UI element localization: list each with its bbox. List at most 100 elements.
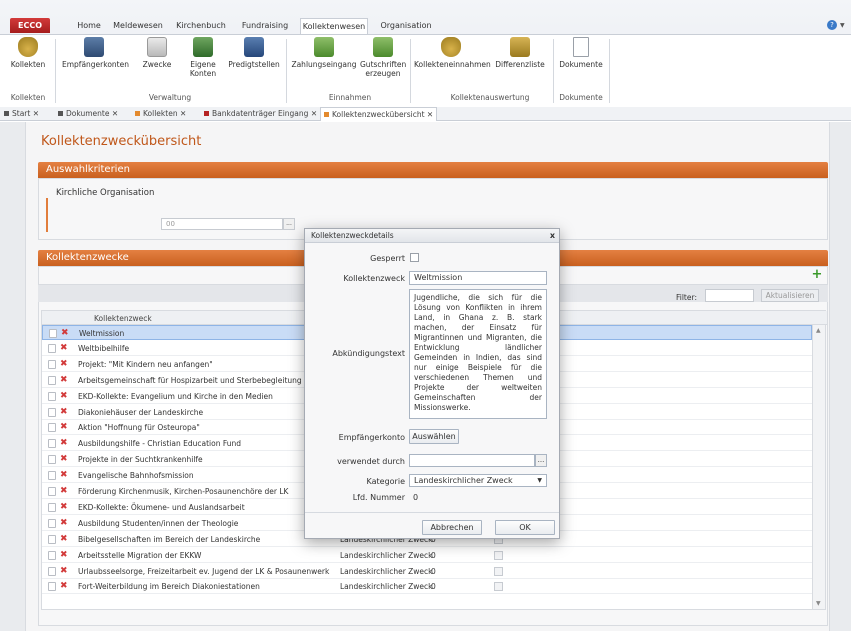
doc-tab-kollekten[interactable]: Kollekten ✕ bbox=[135, 109, 186, 118]
delete-icon[interactable]: ✖ bbox=[60, 579, 68, 594]
edit-document-icon[interactable] bbox=[48, 375, 56, 385]
church-building-icon bbox=[244, 37, 264, 57]
table-row[interactable]: ✖ Arbeitsstelle Migration der EKKW Landesk… bbox=[42, 548, 812, 563]
tab-meldewesen[interactable]: Meldewesen bbox=[113, 18, 163, 34]
eigene-konten-button[interactable]: Eigene Konten bbox=[186, 37, 220, 78]
edit-document-icon[interactable] bbox=[48, 502, 56, 512]
delete-icon[interactable]: ✖ bbox=[60, 484, 68, 499]
doc-tab-kollektenzweckuebersicht[interactable]: Kollektenzweckübersicht ✕ bbox=[320, 107, 438, 121]
kollekten-button[interactable]: Kollekten bbox=[8, 37, 48, 69]
tab-organisation[interactable]: Organisation bbox=[380, 18, 432, 34]
table-row[interactable]: ✖ Urlaubsseelsorge, Freizeitarbeit ev. Ju… bbox=[42, 564, 812, 579]
edit-document-icon[interactable] bbox=[48, 391, 56, 401]
used-by-lookup-button[interactable]: ... bbox=[535, 454, 547, 467]
cancel-button[interactable]: Abbrechen bbox=[422, 520, 482, 535]
delete-icon[interactable]: ✖ bbox=[60, 564, 68, 579]
edit-document-icon[interactable] bbox=[48, 534, 56, 544]
delete-icon[interactable]: ✖ bbox=[60, 516, 68, 531]
edit-document-icon[interactable] bbox=[48, 471, 56, 481]
zwecke-button[interactable]: Zwecke bbox=[140, 37, 174, 69]
edit-document-icon[interactable] bbox=[48, 455, 56, 465]
edit-document-icon[interactable] bbox=[49, 329, 57, 338]
edit-document-icon[interactable] bbox=[48, 550, 56, 560]
app-menu-button[interactable]: ECCO bbox=[10, 18, 50, 33]
delete-icon[interactable]: ✖ bbox=[60, 357, 68, 372]
add-icon[interactable]: + bbox=[811, 268, 823, 281]
differenzliste-button[interactable]: Differenzliste bbox=[492, 37, 548, 69]
purpose-input[interactable]: Weltmission bbox=[409, 271, 547, 285]
delete-icon[interactable]: ✖ bbox=[60, 500, 68, 515]
delete-icon[interactable]: ✖ bbox=[60, 452, 68, 467]
delete-icon[interactable]: ✖ bbox=[60, 436, 68, 451]
delete-icon[interactable]: ✖ bbox=[60, 548, 68, 563]
group-label-einnahmen: Einnahmen bbox=[328, 93, 372, 102]
tab-fundraising[interactable]: Fundraising bbox=[240, 18, 290, 34]
edit-document-icon[interactable] bbox=[48, 439, 56, 449]
own-accounts-icon bbox=[193, 37, 213, 57]
close-icon[interactable]: x bbox=[550, 231, 555, 241]
edit-document-icon[interactable] bbox=[48, 518, 56, 528]
locked-checkbox[interactable] bbox=[410, 253, 419, 262]
row-locked-checkbox[interactable] bbox=[494, 550, 503, 560]
zahlungseingang-button[interactable]: Zahlungseingang bbox=[289, 37, 359, 69]
filter-input[interactable] bbox=[705, 289, 754, 302]
delete-icon[interactable]: ✖ bbox=[60, 405, 68, 420]
dokumente-button[interactable]: Dokumente bbox=[558, 37, 604, 69]
doc-tab-dokumente[interactable]: Dokumente ✕ bbox=[58, 109, 118, 118]
update-button[interactable]: Aktualisieren bbox=[761, 289, 819, 302]
row-purpose-name: Arbeitsstelle Migration der EKKW bbox=[78, 550, 202, 560]
delete-icon[interactable]: ✖ bbox=[60, 468, 68, 483]
predigtstellen-button[interactable]: Predigtstellen bbox=[226, 37, 282, 69]
dialog-title: Kollektenzweckdetails bbox=[305, 229, 559, 243]
delete-icon[interactable]: ✖ bbox=[60, 420, 68, 435]
zahlungseingang-label: Zahlungseingang bbox=[291, 60, 357, 69]
used-by-input[interactable] bbox=[409, 454, 535, 467]
tab-home[interactable]: Home bbox=[74, 18, 104, 34]
edit-document-icon[interactable] bbox=[48, 487, 56, 496]
details-dialog: Kollektenzweckdetails x Gesperrt Kollekt… bbox=[304, 228, 560, 539]
org-input[interactable]: 00 bbox=[161, 218, 283, 230]
delete-icon[interactable]: ✖ bbox=[60, 532, 68, 547]
empfaengerkonten-button[interactable]: Empfängerkonten bbox=[62, 37, 129, 69]
announcement-textarea[interactable]: Jugendliche, die sich für die Lösung von… bbox=[409, 289, 547, 419]
select-recipient-button[interactable]: Auswählen bbox=[409, 429, 459, 444]
edit-document-icon[interactable] bbox=[48, 359, 56, 369]
org-label: Kirchliche Organisation bbox=[56, 188, 155, 198]
close-icon[interactable]: ✕ bbox=[311, 109, 317, 118]
scroll-down-icon[interactable]: ▼ bbox=[816, 600, 821, 607]
number-label: Lfd. Nummer bbox=[352, 493, 405, 502]
kollekteneinnahmen-button[interactable]: Kollekteneinnahmen bbox=[414, 37, 491, 69]
close-icon[interactable]: ✕ bbox=[112, 109, 118, 118]
edit-document-icon[interactable] bbox=[48, 566, 56, 576]
tab-kollektenwesen[interactable]: Kollektenwesen bbox=[300, 18, 368, 34]
category-select[interactable]: Landeskirchlicher Zweck ▼ bbox=[409, 474, 547, 487]
row-purpose-name: Aktion "Hoffnung für Osteuropa" bbox=[78, 423, 200, 433]
delete-icon[interactable]: ✖ bbox=[60, 389, 68, 404]
page-title: Kollektenzweckübersicht bbox=[41, 134, 202, 149]
chevron-down-icon[interactable]: ▼ bbox=[840, 22, 845, 29]
gutschriften-button[interactable]: Gutschriften erzeugen bbox=[360, 37, 406, 78]
row-locked-checkbox[interactable] bbox=[494, 582, 503, 592]
help-icon[interactable]: ? bbox=[827, 20, 837, 30]
ok-button[interactable]: OK bbox=[495, 520, 555, 535]
scroll-up-icon[interactable]: ▲ bbox=[816, 327, 821, 334]
edit-document-icon[interactable] bbox=[48, 407, 56, 417]
delete-icon[interactable]: ✖ bbox=[60, 373, 68, 388]
org-lookup-button[interactable]: ... bbox=[283, 218, 295, 230]
close-icon[interactable]: ✕ bbox=[427, 110, 433, 119]
edit-document-icon[interactable] bbox=[48, 423, 56, 433]
edit-document-icon[interactable] bbox=[48, 582, 56, 592]
edit-document-icon[interactable] bbox=[48, 343, 56, 353]
tab-kirchenbuch[interactable]: Kirchenbuch bbox=[176, 18, 226, 34]
delete-icon[interactable]: ✖ bbox=[61, 326, 69, 341]
close-icon[interactable]: ✕ bbox=[33, 109, 39, 118]
column-header-kollektenzweck[interactable]: Kollektenzweck bbox=[94, 314, 152, 323]
doc-tab-bankdatentraeger[interactable]: Bankdatenträger Eingang ✕ bbox=[204, 109, 317, 118]
delete-icon[interactable]: ✖ bbox=[60, 341, 68, 356]
table-row[interactable]: ✖ Fort-Weiterbildung im Bereich Diakonies… bbox=[42, 579, 812, 595]
vertical-scrollbar[interactable]: ▲ ▼ bbox=[812, 325, 825, 609]
doc-tab-start[interactable]: Start ✕ bbox=[4, 109, 39, 118]
row-locked-checkbox[interactable] bbox=[494, 566, 503, 576]
group-label-kollektenauswertung: Kollektenauswertung bbox=[450, 93, 530, 102]
close-icon[interactable]: ✕ bbox=[180, 109, 186, 118]
